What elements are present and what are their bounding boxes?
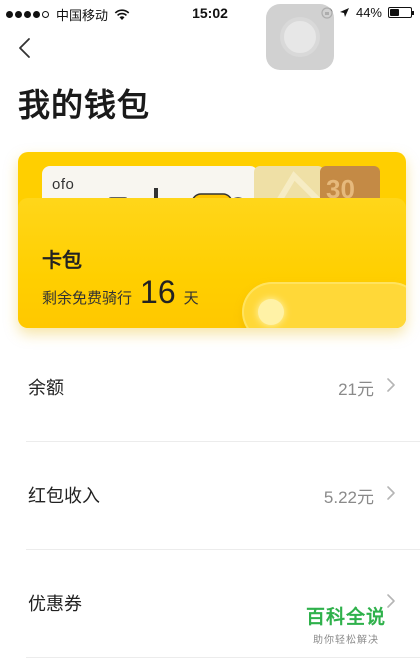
balance-value: 21元 xyxy=(338,380,374,399)
ofo-logo: ofo xyxy=(52,176,75,193)
page-title: 我的钱包 xyxy=(18,87,151,123)
free-ride-days: 16 xyxy=(140,274,176,310)
clasp-button-icon xyxy=(258,299,284,325)
battery-level xyxy=(390,9,399,16)
chevron-right-icon xyxy=(387,594,395,608)
watermark: 百科全说 助你轻松解决 xyxy=(306,602,386,646)
watermark-sub: 助你轻松解决 xyxy=(313,635,379,646)
free-ride-info: 剩余免费骑行 16 天 xyxy=(42,274,199,311)
wallet-card[interactable]: ofo 30 卡包 剩余免费骑行 16 天 xyxy=(18,152,406,328)
free-ride-unit: 天 xyxy=(183,290,199,307)
red-packet-income-label: 红包收入 xyxy=(28,486,100,506)
chevron-right-icon xyxy=(387,378,395,392)
red-packet-income-value: 5.22元 xyxy=(323,488,374,507)
status-right: 44% xyxy=(321,5,414,20)
back-button[interactable] xyxy=(14,34,40,64)
chevron-right-icon xyxy=(387,486,395,500)
wallet-pocket: 卡包 剩余免费骑行 16 天 xyxy=(18,198,406,328)
assistive-touch-button[interactable] xyxy=(266,4,334,70)
location-arrow-icon xyxy=(339,8,349,17)
free-ride-label: 剩余免费骑行 xyxy=(42,290,133,307)
battery-icon xyxy=(388,7,414,18)
card-pack-title: 卡包 xyxy=(42,250,82,272)
balance-label: 余额 xyxy=(28,378,64,398)
balance-row[interactable]: 余额 21元 xyxy=(26,334,420,442)
assistive-touch-icon xyxy=(280,17,320,57)
wallet-clasp[interactable] xyxy=(242,282,406,328)
red-packet-income-row[interactable]: 红包收入 5.22元 xyxy=(26,442,420,550)
battery-percent: 44% xyxy=(355,5,382,20)
coupons-label: 优惠券 xyxy=(28,594,82,614)
status-bar: 中国移动 15:02 44% xyxy=(0,0,420,26)
watermark-main: 百科全说 xyxy=(306,607,387,628)
